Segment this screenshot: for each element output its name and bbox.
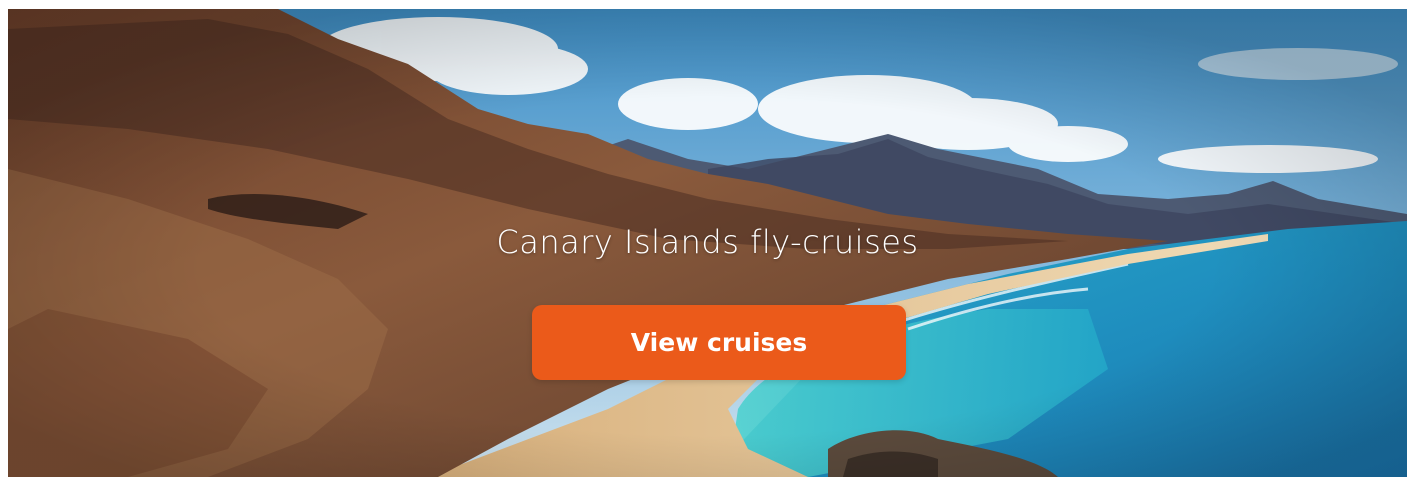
hero-content: Canary Islands fly-cruises View cruises xyxy=(8,9,1407,477)
hero-title: Canary Islands fly-cruises xyxy=(496,223,919,261)
hero-banner: Canary Islands fly-cruises View cruises xyxy=(8,9,1407,477)
view-cruises-button[interactable]: View cruises xyxy=(532,305,906,380)
